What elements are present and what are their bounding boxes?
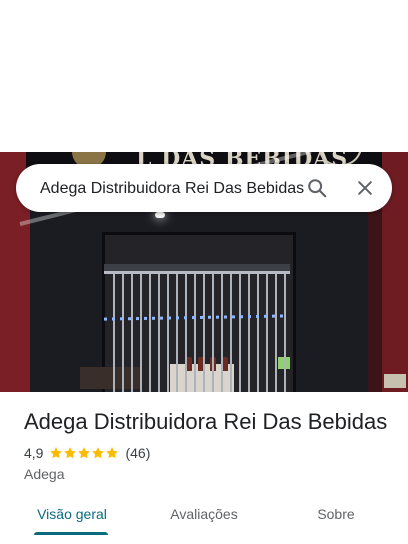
search-bar[interactable]: Adega Distribuidora Rei Das Bebidas <box>16 164 392 212</box>
review-count: (46) <box>125 445 151 461</box>
star-icon <box>64 447 77 459</box>
star-icon <box>92 447 105 459</box>
star-icon <box>106 447 119 459</box>
star-icon <box>78 447 91 459</box>
place-tabs: Visão geral Avaliações Sobre <box>0 496 408 544</box>
tab-overview[interactable]: Visão geral <box>20 496 124 536</box>
search-input[interactable]: Adega Distribuidora Rei Das Bebidas <box>40 177 305 201</box>
rating-row[interactable]: 4,9 (46) <box>24 443 150 463</box>
metal-gate <box>106 274 290 392</box>
search-button[interactable] <box>300 171 334 205</box>
active-tab-indicator <box>34 532 108 535</box>
clear-search-button[interactable] <box>348 171 382 205</box>
close-icon <box>358 181 372 195</box>
rating-value: 4,9 <box>24 445 44 461</box>
tab-reviews[interactable]: Avaliações <box>150 496 258 536</box>
place-category: Adega <box>24 466 65 482</box>
box <box>384 374 406 388</box>
tab-about[interactable]: Sobre <box>296 496 376 536</box>
star-rating <box>49 446 119 460</box>
search-icon <box>308 179 327 198</box>
place-title: Adega Distribuidora Rei Das Bebidas <box>24 409 388 434</box>
ceiling-light <box>155 212 165 218</box>
top-blank-area <box>0 0 408 152</box>
star-icon <box>50 447 63 459</box>
